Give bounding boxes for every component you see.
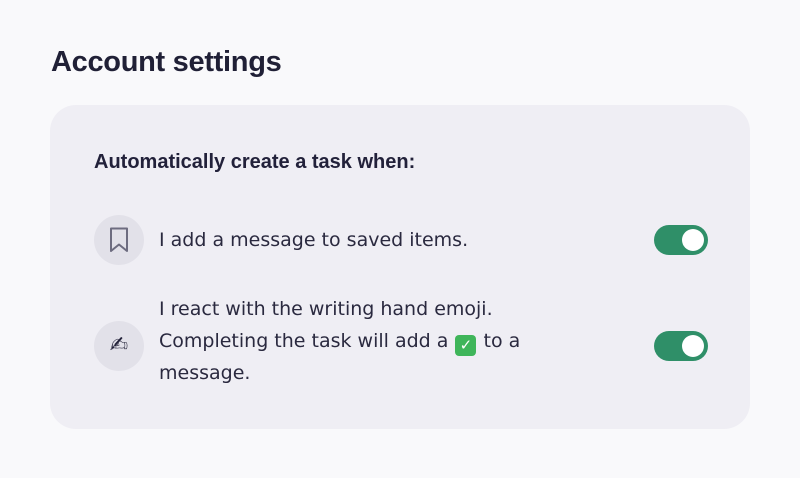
page-title: Account settings — [51, 46, 282, 78]
toggle-knob — [682, 229, 704, 251]
auto-task-settings-card: Automatically create a task when: I add … — [50, 105, 750, 429]
setting-row-saved-items: I add a message to saved items. — [94, 215, 708, 265]
setting-label-line-with-check: Completing the task will add a ✓ to a — [159, 325, 579, 357]
bookmark-icon-glyph — [110, 227, 128, 252]
setting-label-writing-hand: I react with the writing hand emoji. Com… — [159, 293, 579, 389]
writing-hand-glyph: ✍ — [109, 333, 129, 358]
setting-label-segment: to a — [483, 330, 521, 352]
writing-hand-emoji-icon: ✍ — [94, 321, 144, 371]
writing-hand-toggle[interactable] — [654, 331, 708, 361]
saved-items-toggle[interactable] — [654, 225, 708, 255]
setting-label-saved-items: I add a message to saved items. — [159, 224, 468, 256]
setting-label-segment: Completing the task will add a — [159, 330, 449, 352]
toggle-knob — [682, 335, 704, 357]
setting-label-line: I add a message to saved items. — [159, 229, 469, 251]
setting-row-writing-hand: ✍ I react with the writing hand emoji. C… — [94, 293, 708, 397]
card-heading: Automatically create a task when: — [94, 151, 416, 173]
bookmark-icon — [94, 215, 144, 265]
check-mark-emoji-icon: ✓ — [455, 335, 477, 356]
setting-label-line: I react with the writing hand emoji. — [159, 298, 493, 320]
setting-label-line: message. — [159, 362, 251, 384]
